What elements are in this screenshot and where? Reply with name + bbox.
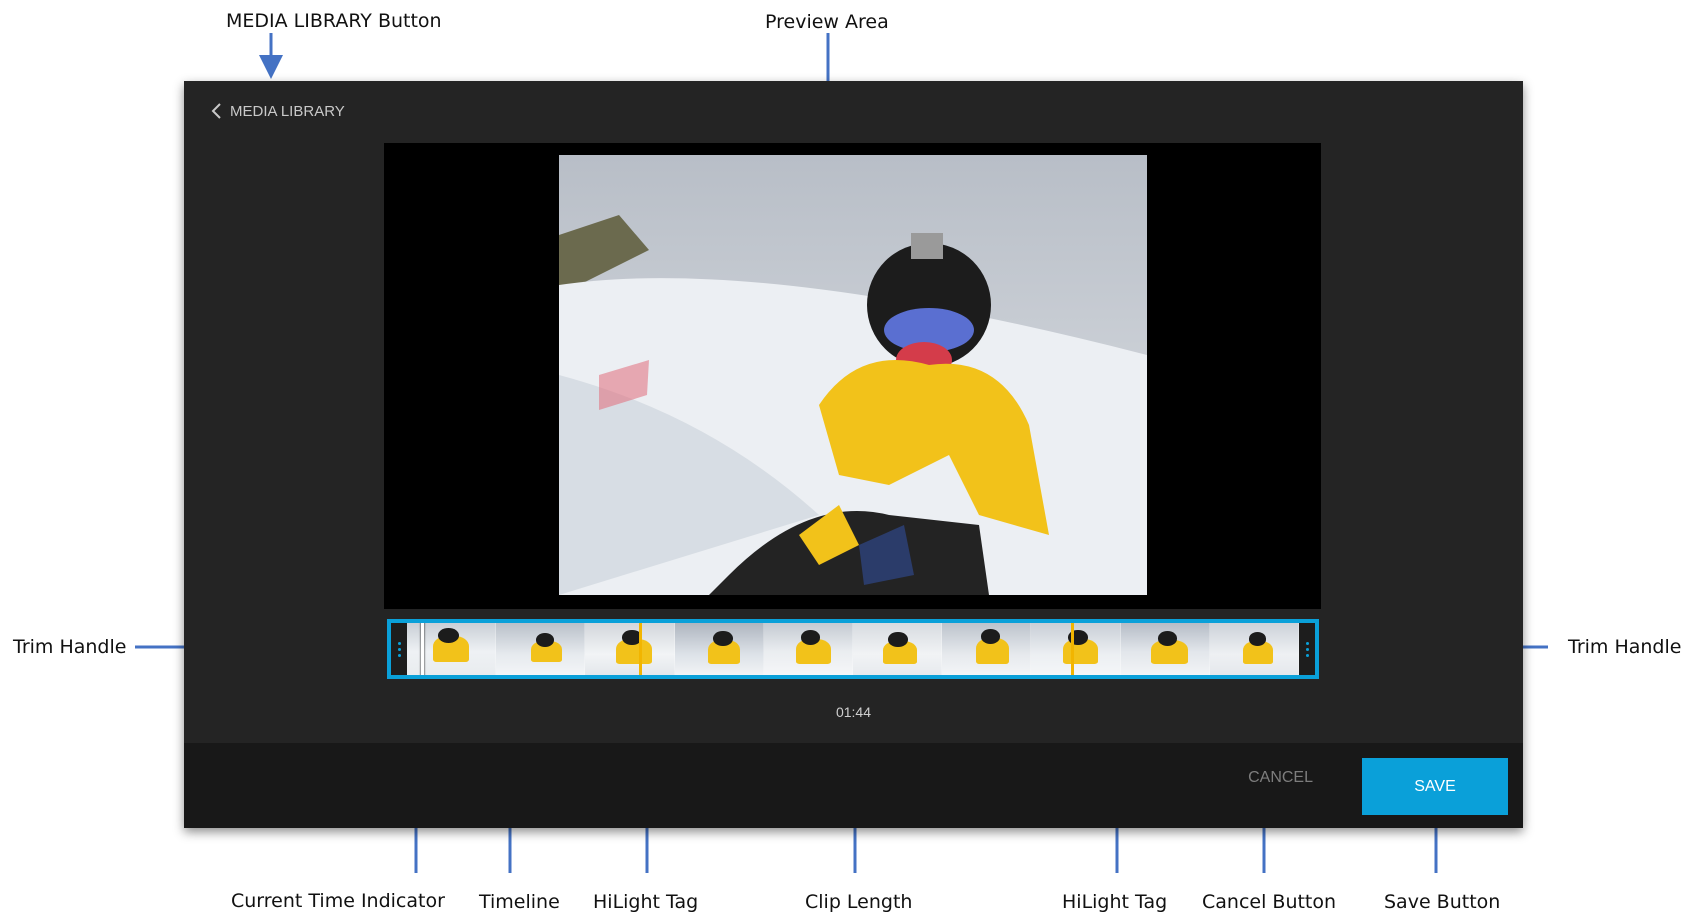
timeline-frame bbox=[585, 623, 675, 675]
annotation-save-button: Save Button bbox=[1384, 891, 1501, 913]
media-library-button[interactable]: MEDIA LIBRARY bbox=[210, 96, 345, 126]
timeline-frame bbox=[1120, 623, 1210, 675]
drag-dots-icon bbox=[1305, 647, 1309, 651]
annotation-trim-handle-left: Trim Handle bbox=[13, 636, 127, 658]
annotation-cancel-button: Cancel Button bbox=[1202, 891, 1337, 913]
clip-length: 01:44 bbox=[835, 704, 872, 720]
annotation-trim-handle-right: Trim Handle bbox=[1568, 636, 1681, 658]
timeline-frame bbox=[942, 623, 1032, 675]
drag-dots-icon bbox=[1305, 641, 1309, 645]
hilight-tag[interactable] bbox=[1071, 623, 1074, 675]
trim-handle-right[interactable] bbox=[1299, 623, 1315, 675]
save-button[interactable]: SAVE bbox=[1362, 758, 1508, 815]
annotation-current-time-indicator: Current Time Indicator bbox=[231, 890, 445, 912]
timeline-frame bbox=[1031, 623, 1121, 675]
timeline-frame bbox=[763, 623, 854, 675]
timeline-frame bbox=[1209, 623, 1299, 675]
trim-handle-left[interactable] bbox=[391, 623, 407, 675]
hilight-tag[interactable] bbox=[639, 623, 642, 675]
timeline-frame bbox=[853, 623, 943, 675]
annotation-timeline: Timeline bbox=[479, 891, 560, 913]
footer-bar: CANCEL SAVE bbox=[184, 743, 1523, 828]
annotation-clip-length: Clip Length bbox=[805, 891, 913, 913]
timeline[interactable] bbox=[387, 619, 1319, 679]
chevron-left-icon bbox=[211, 103, 221, 119]
preview-area[interactable] bbox=[384, 143, 1321, 609]
current-time-indicator[interactable] bbox=[421, 623, 424, 675]
cancel-button[interactable]: CANCEL bbox=[1248, 769, 1313, 787]
media-library-label: MEDIA LIBRARY bbox=[230, 102, 345, 120]
drag-dots-icon bbox=[397, 653, 401, 657]
drag-dots-icon bbox=[397, 641, 401, 645]
drag-dots-icon bbox=[1305, 653, 1309, 657]
timeline-frames[interactable] bbox=[407, 623, 1299, 675]
drag-dots-icon bbox=[397, 647, 401, 651]
annotation-hilight-tag-1: HiLight Tag bbox=[593, 891, 699, 913]
annotation-hilight-tag-2: HiLight Tag bbox=[1062, 891, 1168, 913]
annotation-media-library: MEDIA LIBRARY Button bbox=[226, 10, 442, 32]
timeline-frame bbox=[496, 623, 586, 675]
preview-image bbox=[559, 155, 1147, 595]
trim-editor-window: MEDIA LIBRARY 01:44 CANCEL SAVE bbox=[184, 81, 1523, 828]
timeline-frame bbox=[674, 623, 764, 675]
annotation-preview-area: Preview Area bbox=[765, 11, 889, 33]
